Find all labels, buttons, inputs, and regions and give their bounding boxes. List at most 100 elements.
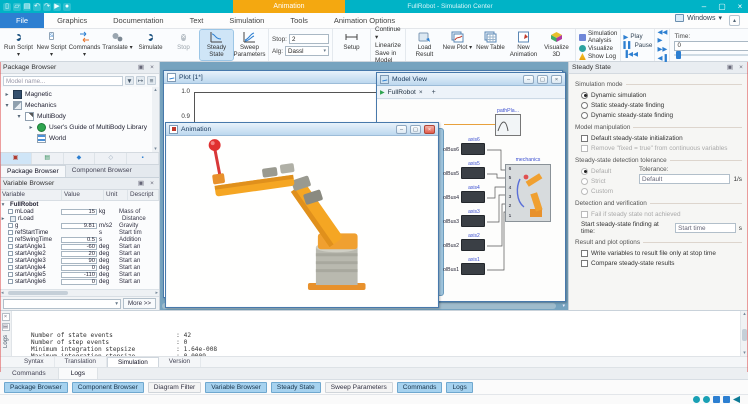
status-icon-1[interactable] <box>693 396 700 403</box>
ribbon-tab[interactable]: Text <box>177 13 217 28</box>
status-icon-5[interactable] <box>733 396 740 403</box>
model-manipulation-option[interactable]: Default steady-state initialization <box>575 133 742 143</box>
panel-toggle-chip[interactable]: Variable Browser <box>205 382 267 393</box>
animation-canvas[interactable] <box>167 136 437 306</box>
run-script-button[interactable]: ▶ Run Script ▾ <box>2 30 35 60</box>
panel-toggle-chip[interactable]: Package Browser <box>4 382 68 393</box>
axis-block[interactable] <box>461 215 485 227</box>
setup-button[interactable]: Setup <box>335 30 368 60</box>
algorithm-select[interactable]: Dassl ▾ <box>285 46 329 56</box>
view-mode-icon-3[interactable]: ◆ <box>64 153 96 164</box>
row-checkbox[interactable] <box>8 251 13 256</box>
panel-toggle-chip[interactable]: Component Browser <box>72 382 144 393</box>
variable-row[interactable]: ▾ FullRobot <box>0 201 159 208</box>
variable-hscrollbar[interactable]: ◂▸ <box>0 289 159 296</box>
tolerance-option[interactable]: Strict <box>581 176 633 186</box>
ribbon-tab[interactable]: Tools <box>277 13 321 28</box>
variable-row[interactable]: mLoad 15 kg Mass of <box>0 208 159 215</box>
tolerance-option[interactable]: Default <box>581 166 633 176</box>
value-input[interactable]: 15 <box>61 209 97 215</box>
run-icon[interactable]: ▶ <box>53 3 61 11</box>
radio-button[interactable] <box>581 92 588 99</box>
status-icon-4[interactable] <box>723 396 730 403</box>
value-input[interactable]: 0 <box>61 265 97 271</box>
mechanics-block[interactable]: mechanics 654321 <box>505 164 551 222</box>
filter-icon[interactable]: ▼ <box>125 76 134 85</box>
undock-icon[interactable]: ▣ <box>726 64 734 72</box>
tolerance-field[interactable]: Default <box>639 174 730 184</box>
step-forward-button[interactable]: ▶▶ <box>657 45 667 53</box>
row-checkbox[interactable] <box>8 258 13 263</box>
time-slider[interactable] <box>674 52 748 58</box>
tree-expander[interactable]: ▾ <box>4 102 10 109</box>
model-view-titlebar[interactable]: Model View – ▢ × <box>377 73 565 86</box>
result-option[interactable]: Compare steady-state results <box>575 258 742 268</box>
tolerance-option[interactable]: Custom <box>581 186 633 196</box>
console-tab[interactable]: Logs <box>59 368 98 379</box>
variable-row[interactable]: startAngle4 0 deg Start an <box>0 264 159 271</box>
animation-window[interactable]: Animation – ▢ × <box>165 122 439 308</box>
visualize-3d-button[interactable]: Visualize 3D <box>540 30 573 60</box>
browser-tab[interactable]: Package Browser <box>0 165 66 177</box>
maximize-window-button[interactable]: ▢ <box>537 75 548 84</box>
col-value[interactable]: Value <box>62 190 104 200</box>
ribbon-tab[interactable]: File <box>0 13 44 28</box>
panel-toggle-chip[interactable]: Steady State <box>271 382 321 393</box>
ribbon-tab[interactable]: Graphics <box>44 13 100 28</box>
variable-row[interactable]: startAngle6 0 deg Start an <box>0 278 159 285</box>
play-button[interactable]: ▶ Play <box>623 33 652 41</box>
close-panel-icon[interactable]: × <box>148 64 156 72</box>
variable-filter-combo[interactable]: ▾ <box>3 299 121 309</box>
checkbox[interactable] <box>581 260 588 267</box>
row-checkbox[interactable] <box>8 279 13 284</box>
time-field[interactable]: 0 <box>674 41 748 51</box>
close-tab-icon[interactable]: × <box>419 89 423 96</box>
new-animation-button[interactable]: New Animation <box>507 30 540 60</box>
ribbon-tab[interactable]: Documentation <box>100 13 176 28</box>
axis-block[interactable] <box>461 143 485 155</box>
log-output[interactable]: Number of state events : 42 Number of st… <box>12 311 740 356</box>
add-tab-icon[interactable]: + <box>432 89 436 96</box>
clear-log-icon[interactable]: × <box>2 313 10 321</box>
value-input[interactable]: 20 <box>61 251 97 257</box>
logs-vertical-tab[interactable]: Logs <box>3 335 9 348</box>
step-back-button[interactable]: ◀◀ ▶ <box>657 28 667 44</box>
col-description[interactable]: Descript <box>128 190 159 200</box>
simulation-analysis-button[interactable]: Simulation Analysis <box>579 30 617 44</box>
stop-button[interactable]: × Stop <box>167 30 200 60</box>
row-checkbox[interactable] <box>8 223 13 228</box>
tree-item[interactable]: World <box>0 133 159 144</box>
save-log-icon[interactable]: ▤ <box>2 323 10 331</box>
result-option[interactable]: Write variables to result file only at s… <box>575 248 742 258</box>
status-icon-2[interactable] <box>703 396 710 403</box>
variable-row[interactable]: startAngle1 -60 deg Start an <box>0 243 159 250</box>
model-manipulation-option[interactable]: Remove "fixed = true" from continuous va… <box>575 143 742 153</box>
contextual-tab-animation[interactable]: Animation <box>233 0 345 13</box>
more-button[interactable]: More >> <box>123 298 156 309</box>
maximize-button[interactable]: ▢ <box>716 0 728 13</box>
close-panel-icon[interactable]: × <box>148 180 156 188</box>
simulation-mode-option[interactable]: Dynamic simulation <box>575 90 742 100</box>
new-script-button[interactable]: s New Script ▾ <box>35 30 68 60</box>
value-input[interactable]: 9.81 <box>61 223 97 229</box>
axis-block[interactable] <box>461 191 485 203</box>
col-unit[interactable]: Unit <box>104 190 128 200</box>
view-mode-icon-2[interactable]: ▤ <box>32 153 64 164</box>
ribbon-collapse-button[interactable]: ▴ <box>729 15 740 26</box>
variable-row[interactable]: refStartTime s Start tim <box>0 229 159 236</box>
commands-button[interactable]: Commands ▾ <box>68 30 101 60</box>
locate-icon[interactable]: ↦ <box>136 76 145 85</box>
view-mode-icon-4[interactable]: ◇ <box>95 153 127 164</box>
panel-toggle-chip[interactable]: Sweep Parameters <box>325 382 393 393</box>
steady-state-button[interactable]: Steady State <box>200 30 233 60</box>
axis-block-wrap[interactable]: axis5 <box>461 167 487 181</box>
radio-button[interactable] <box>581 112 588 119</box>
status-icon-3[interactable] <box>713 396 720 403</box>
minimize-window-button[interactable]: – <box>396 125 407 134</box>
panel-toggle-chip[interactable]: Diagram Filter <box>148 382 201 393</box>
value-input[interactable]: -60 <box>61 244 97 250</box>
ribbon-tab[interactable]: Simulation <box>216 13 277 28</box>
path-planning-block[interactable]: pathPla... <box>495 114 521 136</box>
mdi-scroll-arrow[interactable]: ▾ <box>562 303 565 309</box>
windows-menu[interactable]: Windows ▾ <box>675 14 722 22</box>
